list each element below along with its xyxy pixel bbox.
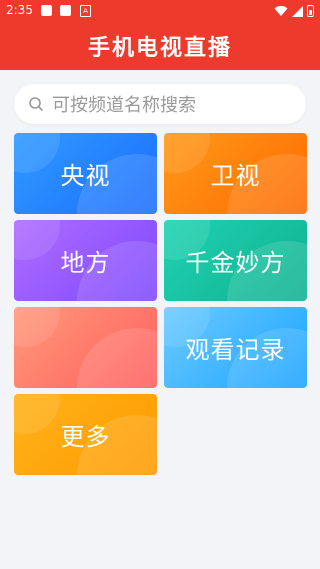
tile-label: 观看记录 (185, 336, 286, 364)
search-bar[interactable] (14, 84, 306, 126)
tile-label: 央视 (60, 162, 111, 190)
app-title: 手机电视直播 (87, 36, 232, 61)
category-tile-local[interactable]: 地方 (14, 220, 157, 301)
app-header: 2:35 A 手机电视直播 (0, 0, 320, 70)
search-icon (29, 97, 43, 111)
tile-label: 卫视 (210, 162, 261, 190)
search-input[interactable] (50, 84, 294, 126)
status-bar: 2:35 A (0, 0, 320, 22)
app-notification-icon: A (80, 5, 91, 17)
battery-icon (307, 5, 314, 17)
tile-label: 更多 (60, 423, 111, 451)
tile-label (14, 307, 157, 388)
tile-label: 千金妙方 (185, 249, 286, 277)
status-time: 2:35 (6, 3, 33, 17)
signal-icon (292, 5, 303, 17)
wifi-icon (274, 5, 288, 16)
notification-icon (60, 5, 71, 16)
category-tile-history[interactable]: 观看记录 (164, 307, 307, 388)
tile-label: 地方 (60, 249, 111, 277)
status-icons (274, 4, 314, 18)
notification-icon (41, 5, 52, 16)
category-tile-blank[interactable] (14, 307, 157, 388)
category-tile-remedies[interactable]: 千金妙方 (164, 220, 307, 301)
category-tile-more[interactable]: 更多 (14, 394, 157, 475)
category-tile-cctv[interactable]: 央视 (14, 133, 157, 214)
category-tile-satellite[interactable]: 卫视 (164, 133, 307, 214)
